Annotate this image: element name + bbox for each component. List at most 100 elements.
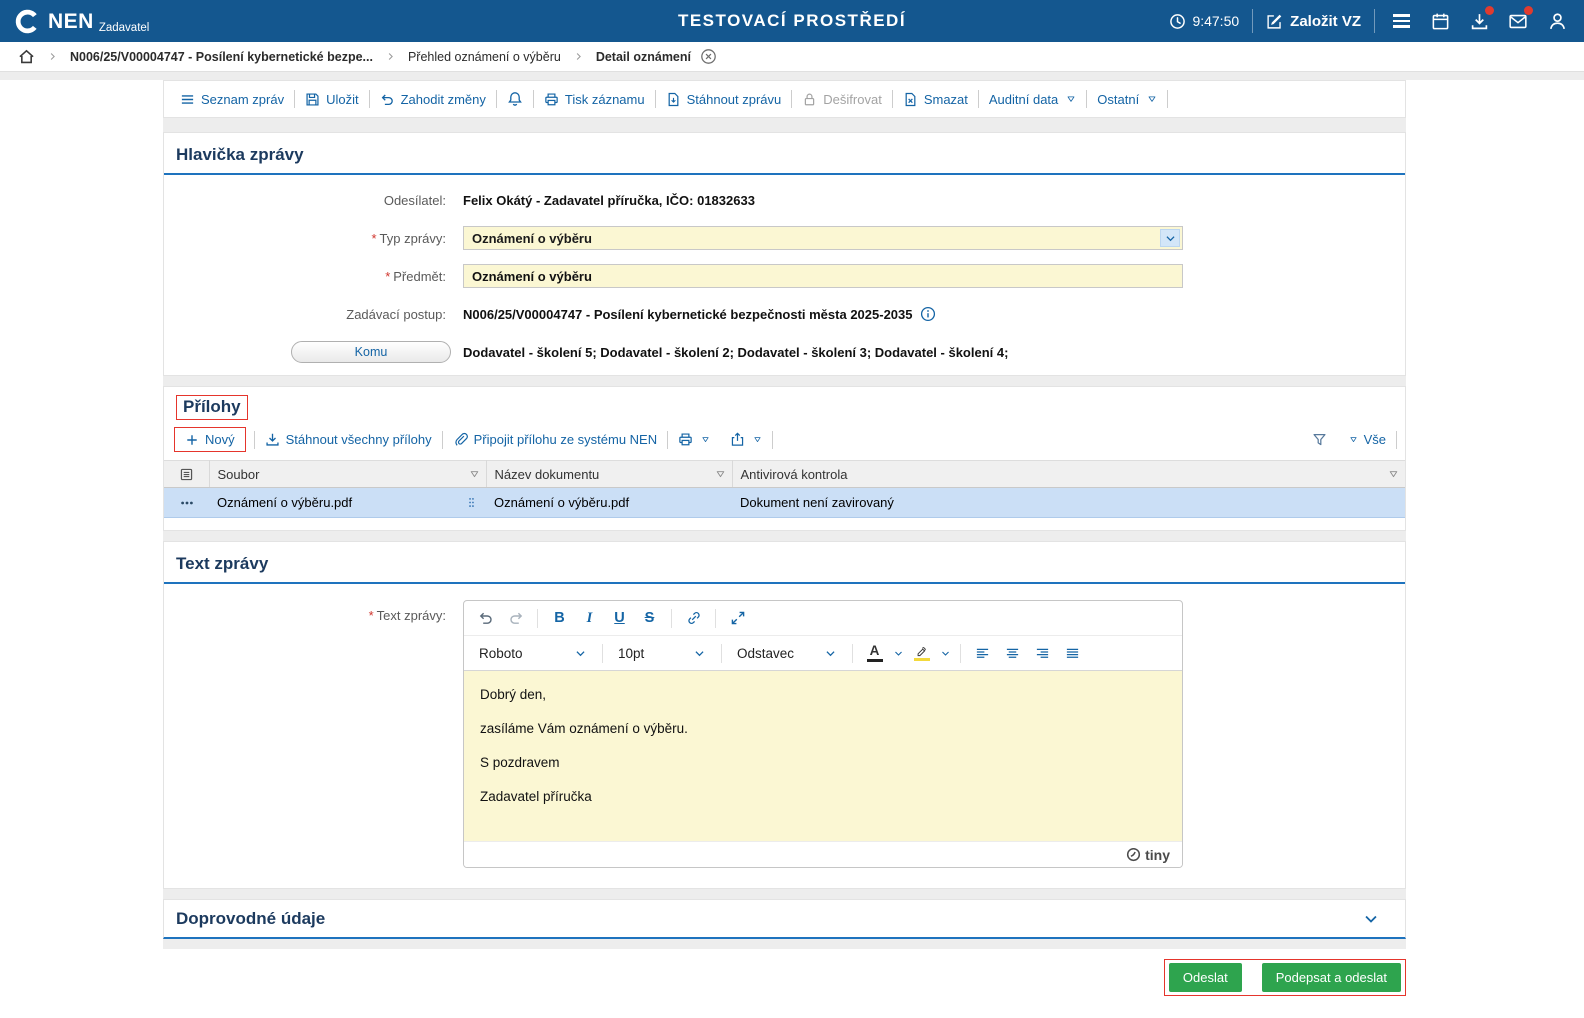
audit-data-button[interactable]: Auditní data <box>979 92 1086 107</box>
undo-icon <box>380 92 395 107</box>
message-type-row: *Typ zprávy: Oznámení o výběru <box>164 225 1405 251</box>
tiny-logo[interactable]: tiny <box>1126 847 1170 863</box>
paperclip-icon <box>453 432 468 447</box>
procedure-value-wrap: N006/25/V00004747 - Posílení kybernetick… <box>456 306 936 322</box>
sign-and-send-button[interactable]: Podepsat a odeslat <box>1262 963 1401 992</box>
undo-button[interactable] <box>472 606 499 630</box>
column-chooser-header[interactable] <box>164 461 209 488</box>
print-record-button[interactable]: Tisk záznamu <box>534 92 655 107</box>
breadcrumb: N006/25/V00004747 - Posílení kybernetick… <box>0 42 1584 72</box>
font-size-select[interactable]: 10pt <box>611 640 713 666</box>
grid-filter-button[interactable] <box>1302 432 1337 447</box>
create-vz-button[interactable]: Založit VZ <box>1266 13 1361 30</box>
align-right-button[interactable] <box>1029 641 1056 665</box>
chevron-down-icon <box>824 647 837 660</box>
redo-button[interactable] <box>502 606 529 630</box>
column-header-antivirus[interactable]: Antivirová kontrola <box>732 461 1405 488</box>
section-gap <box>163 118 1406 132</box>
main-menu-button[interactable] <box>1388 8 1414 34</box>
print-record-label: Tisk záznamu <box>565 92 645 107</box>
block-format-value: Odstavec <box>737 646 794 661</box>
breadcrumb-item-current: Detail oznámení <box>596 50 691 64</box>
close-detail-button[interactable] <box>700 48 717 65</box>
column-filter-icon[interactable] <box>1388 469 1399 480</box>
clock-icon <box>1169 13 1186 30</box>
underline-button[interactable]: U <box>606 606 633 630</box>
attach-from-nen-label: Připojit přílohu ze systému NEN <box>474 432 658 447</box>
text-color-menu-button[interactable] <box>891 641 905 665</box>
editor-content[interactable]: Dobrý den, zasíláme Vám oznámení o výběr… <box>464 671 1182 841</box>
section-attachments: Přílohy Nový Stáhnout všechny přílohy Př… <box>163 386 1406 531</box>
download-message-button[interactable]: Stáhnout zprávu <box>656 92 792 107</box>
download-all-attachments-button[interactable]: Stáhnout všechny přílohy <box>255 432 442 447</box>
font-family-value: Roboto <box>479 646 523 661</box>
messages-badge <box>1524 6 1533 15</box>
chevron-right-icon <box>385 51 396 62</box>
messages-button[interactable] <box>1505 8 1531 34</box>
insert-link-button[interactable] <box>680 606 707 630</box>
downloads-button[interactable] <box>1466 8 1492 34</box>
breadcrumb-item-overview[interactable]: Přehled oznámení o výběru <box>408 50 561 64</box>
header-actions: 9:47:50 Založit VZ <box>1169 8 1570 34</box>
attach-from-nen-button[interactable]: Připojit přílohu ze systému NEN <box>443 432 668 447</box>
attachments-title-wrap: Přílohy <box>164 387 1405 422</box>
message-list-label: Seznam zpráv <box>201 92 284 107</box>
align-left-button[interactable] <box>969 641 996 665</box>
other-actions-button[interactable]: Ostatní <box>1087 92 1167 107</box>
time-text: 9:47:50 <box>1192 13 1239 29</box>
chevron-down-icon[interactable] <box>1160 229 1180 247</box>
bold-button[interactable]: B <box>546 606 573 630</box>
subject-input[interactable] <box>463 264 1183 288</box>
downloads-badge <box>1485 6 1494 15</box>
print-attachments-button[interactable] <box>668 432 720 447</box>
document-name-cell: Oznámení o výběru.pdf <box>486 488 732 518</box>
attachment-table-row[interactable]: Oznámení o výběru.pdf Oznámení o výběru.… <box>164 488 1405 518</box>
notifications-button[interactable] <box>497 91 533 107</box>
export-icon <box>730 432 745 447</box>
highlight-color-button[interactable] <box>908 641 935 665</box>
calendar-button[interactable] <box>1427 8 1453 34</box>
save-icon <box>305 92 320 107</box>
align-center-button[interactable] <box>999 641 1026 665</box>
decrypt-label: Dešifrovat <box>823 92 882 107</box>
editor-toolbar-divider <box>602 644 603 663</box>
align-justify-button[interactable] <box>1059 641 1086 665</box>
highlight-color-menu-button[interactable] <box>938 641 952 665</box>
column-header-file-label: Soubor <box>218 467 260 482</box>
editor-line: S pozdravem <box>480 755 1166 770</box>
column-filter-icon[interactable] <box>715 469 726 480</box>
nen-logo[interactable]: NEN Zadavatel <box>14 8 149 35</box>
column-filter-icon[interactable] <box>469 469 480 480</box>
font-family-select[interactable]: Roboto <box>472 640 594 666</box>
fullscreen-button[interactable] <box>724 606 751 630</box>
home-button[interactable] <box>18 48 35 65</box>
info-icon[interactable] <box>920 306 936 322</box>
breadcrumb-item-procedure[interactable]: N006/25/V00004747 - Posílení kybernetick… <box>70 50 373 64</box>
strikethrough-button[interactable]: S <box>636 606 663 630</box>
chevron-down-icon <box>1359 910 1383 928</box>
message-text-label: Text zprávy: <box>377 608 446 623</box>
drag-handle-icon[interactable] <box>465 495 478 510</box>
filter-all-button[interactable]: Vše <box>1337 432 1396 447</box>
expand-section-button[interactable] <box>1359 910 1383 928</box>
message-type-select[interactable]: Oznámení o výběru <box>463 226 1183 250</box>
procedure-row: Zadávací postup: N006/25/V00004747 - Pos… <box>164 301 1405 327</box>
delete-button[interactable]: Smazat <box>893 92 978 107</box>
new-attachment-button[interactable]: Nový <box>174 427 246 452</box>
row-actions-button[interactable] <box>172 495 201 511</box>
hamburger-icon <box>1393 14 1410 27</box>
send-button[interactable]: Odeslat <box>1169 963 1242 992</box>
recipients-button[interactable]: Komu <box>291 341 451 363</box>
column-header-document-name[interactable]: Název dokumentu <box>486 461 732 488</box>
block-format-select[interactable]: Odstavec <box>730 640 844 666</box>
editor-toolbar-divider <box>715 609 716 628</box>
column-header-file[interactable]: Soubor <box>209 461 486 488</box>
italic-button[interactable]: I <box>576 606 603 630</box>
message-list-button[interactable]: Seznam zpráv <box>170 92 294 107</box>
user-profile-button[interactable] <box>1544 8 1570 34</box>
text-color-button[interactable]: A <box>861 641 888 665</box>
table-bottom-padding <box>164 518 1405 530</box>
discard-changes-button[interactable]: Zahodit změny <box>370 92 496 107</box>
export-attachments-button[interactable] <box>720 432 772 447</box>
save-button[interactable]: Uložit <box>295 92 369 107</box>
